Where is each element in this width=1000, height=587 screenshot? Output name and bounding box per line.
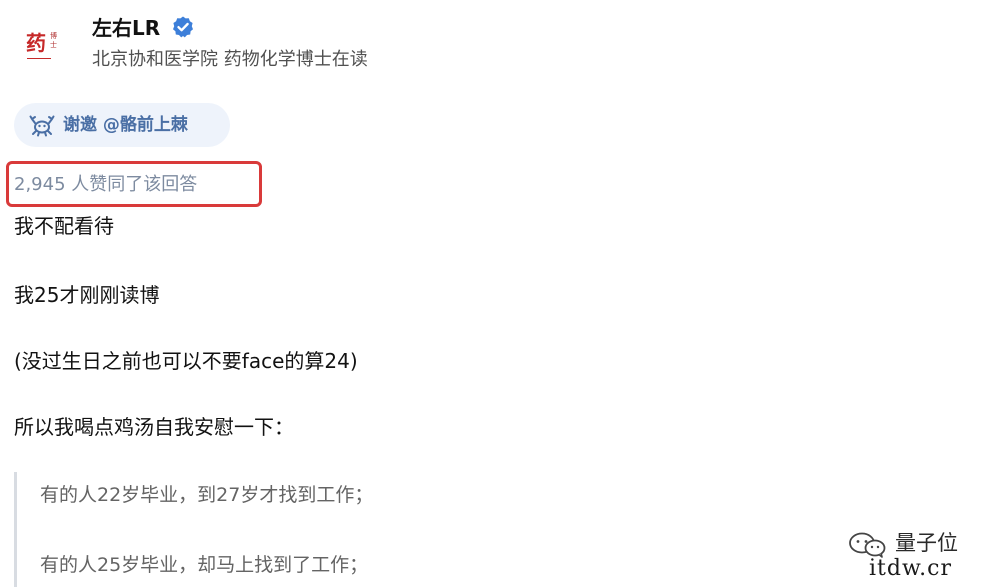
blockquote-bar (14, 472, 17, 587)
avatar-underline (27, 58, 51, 59)
author-avatar[interactable]: 药 博士 (18, 22, 64, 68)
blockquote-line: 有的人25岁毕业，却马上找到了工作； (40, 554, 369, 576)
crab-icon (29, 115, 55, 137)
answer-paragraph: 我不配看待 (14, 214, 114, 238)
invite-label[interactable]: 谢邀 @骼前上棘 (63, 111, 188, 139)
avatar-glyph: 药 (26, 31, 46, 55)
author-headline: 北京协和医学院 药物化学博士在读 (92, 49, 368, 70)
watermark-site: itdw.cr (869, 556, 953, 581)
answer-paragraph: 我25才刚刚读博 (14, 283, 160, 307)
watermark-name: 量子位 (895, 531, 958, 555)
blockquote-line: 有的人22岁毕业，到27岁才找到工作； (40, 484, 374, 506)
answer-paragraph: 所以我喝点鸡汤自我安慰一下： (14, 415, 294, 439)
answer-paragraph: (没过生日之前也可以不要face的算24) (14, 349, 358, 373)
avatar-subtext: 博士 (50, 32, 57, 49)
verified-badge-icon (173, 16, 193, 38)
vote-count[interactable]: 2,945 人赞同了该回答 (14, 171, 197, 199)
author-name[interactable]: 左右LR (92, 13, 160, 43)
invite-tag[interactable]: 谢邀 @骼前上棘 (14, 103, 230, 147)
